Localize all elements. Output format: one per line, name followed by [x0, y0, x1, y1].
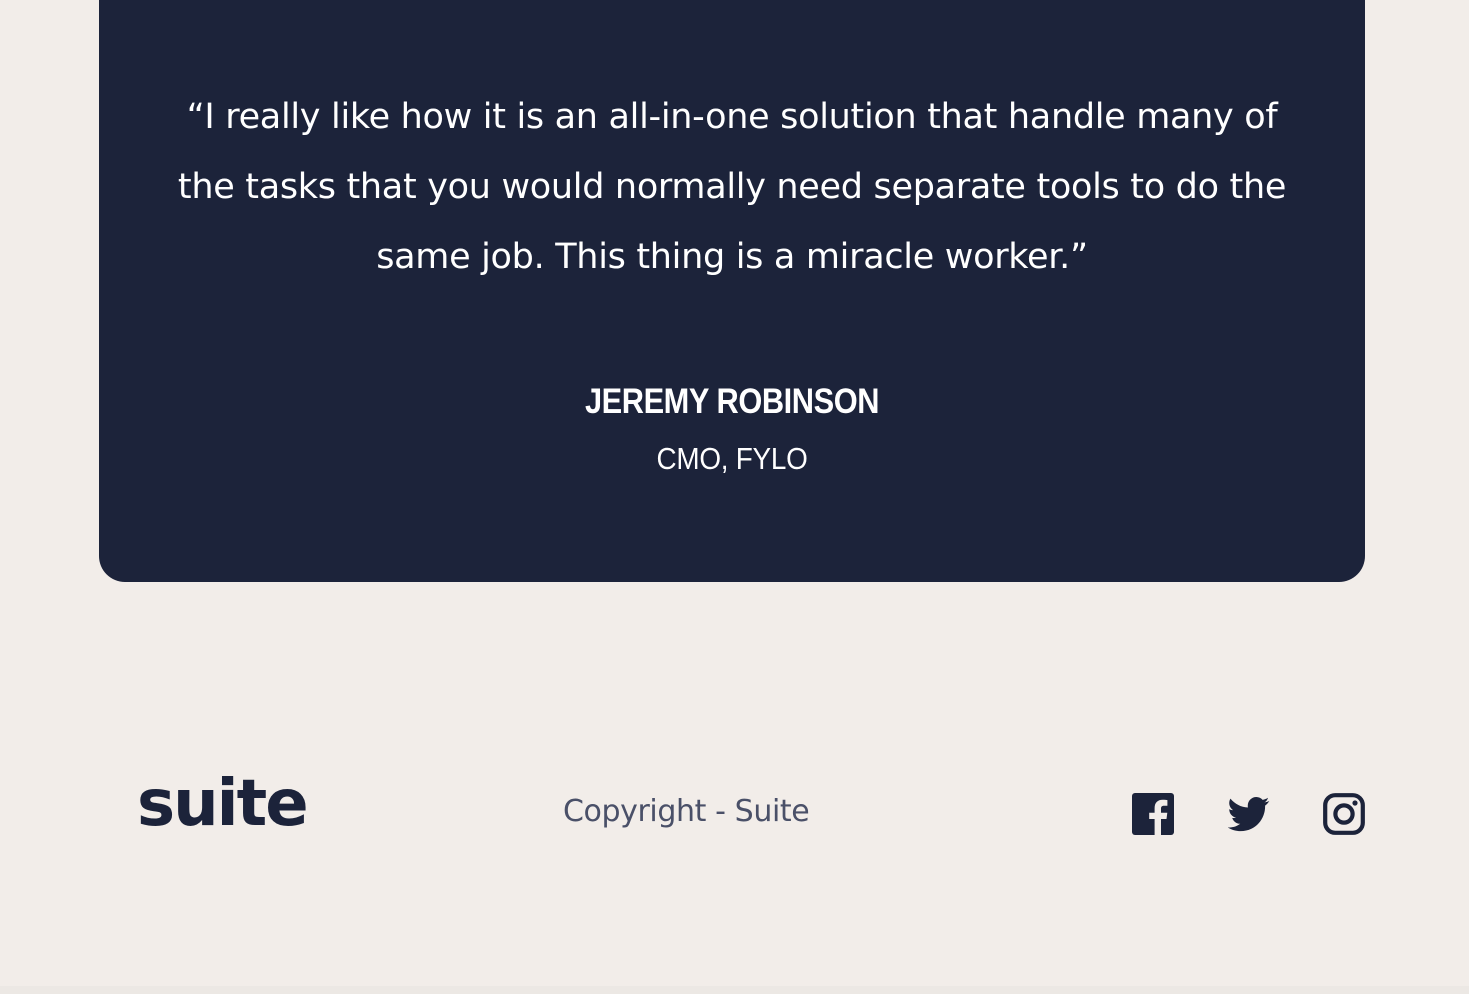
twitter-link[interactable] — [1228, 793, 1270, 835]
instagram-icon — [1323, 793, 1365, 835]
testimonial-author-role: CMO, FYLO — [656, 441, 808, 476]
testimonial-quote: “I really like how it is an all-in-one s… — [177, 97, 1287, 277]
footer-logo[interactable]: suite — [137, 772, 309, 836]
testimonial-card: “I really like how it is an all-in-one s… — [99, 0, 1365, 582]
page: “I really like how it is an all-in-one s… — [0, 0, 1469, 994]
testimonial-author-name: JEREMY ROBINSON — [584, 382, 880, 421]
facebook-icon — [1132, 793, 1174, 835]
twitter-icon — [1228, 797, 1270, 832]
copyright-text: Copyright - Suite — [563, 794, 810, 829]
instagram-link[interactable] — [1323, 793, 1365, 835]
facebook-link[interactable] — [1132, 793, 1174, 835]
bottom-strip — [0, 986, 1469, 994]
